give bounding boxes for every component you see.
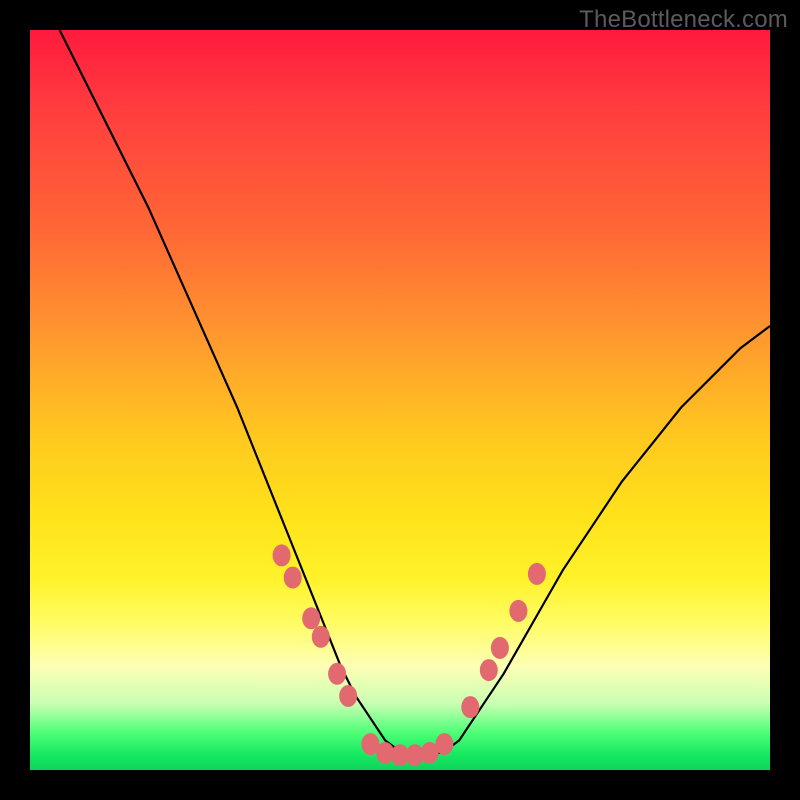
curve-marker [491,637,509,659]
curve-marker [284,567,302,589]
curve-marker [312,626,330,648]
plot-area [30,30,770,770]
curve-marker [528,563,546,585]
curve-marker [435,733,453,755]
chart-svg [30,30,770,770]
curve-marker [328,663,346,685]
curve-marker [509,600,527,622]
curve-marker [273,544,291,566]
marker-group [273,544,546,766]
bottleneck-curve [60,30,770,755]
curve-marker [302,607,320,629]
curve-marker [480,659,498,681]
curve-marker [339,685,357,707]
chart-frame: TheBottleneck.com [0,0,800,800]
curve-marker [461,696,479,718]
